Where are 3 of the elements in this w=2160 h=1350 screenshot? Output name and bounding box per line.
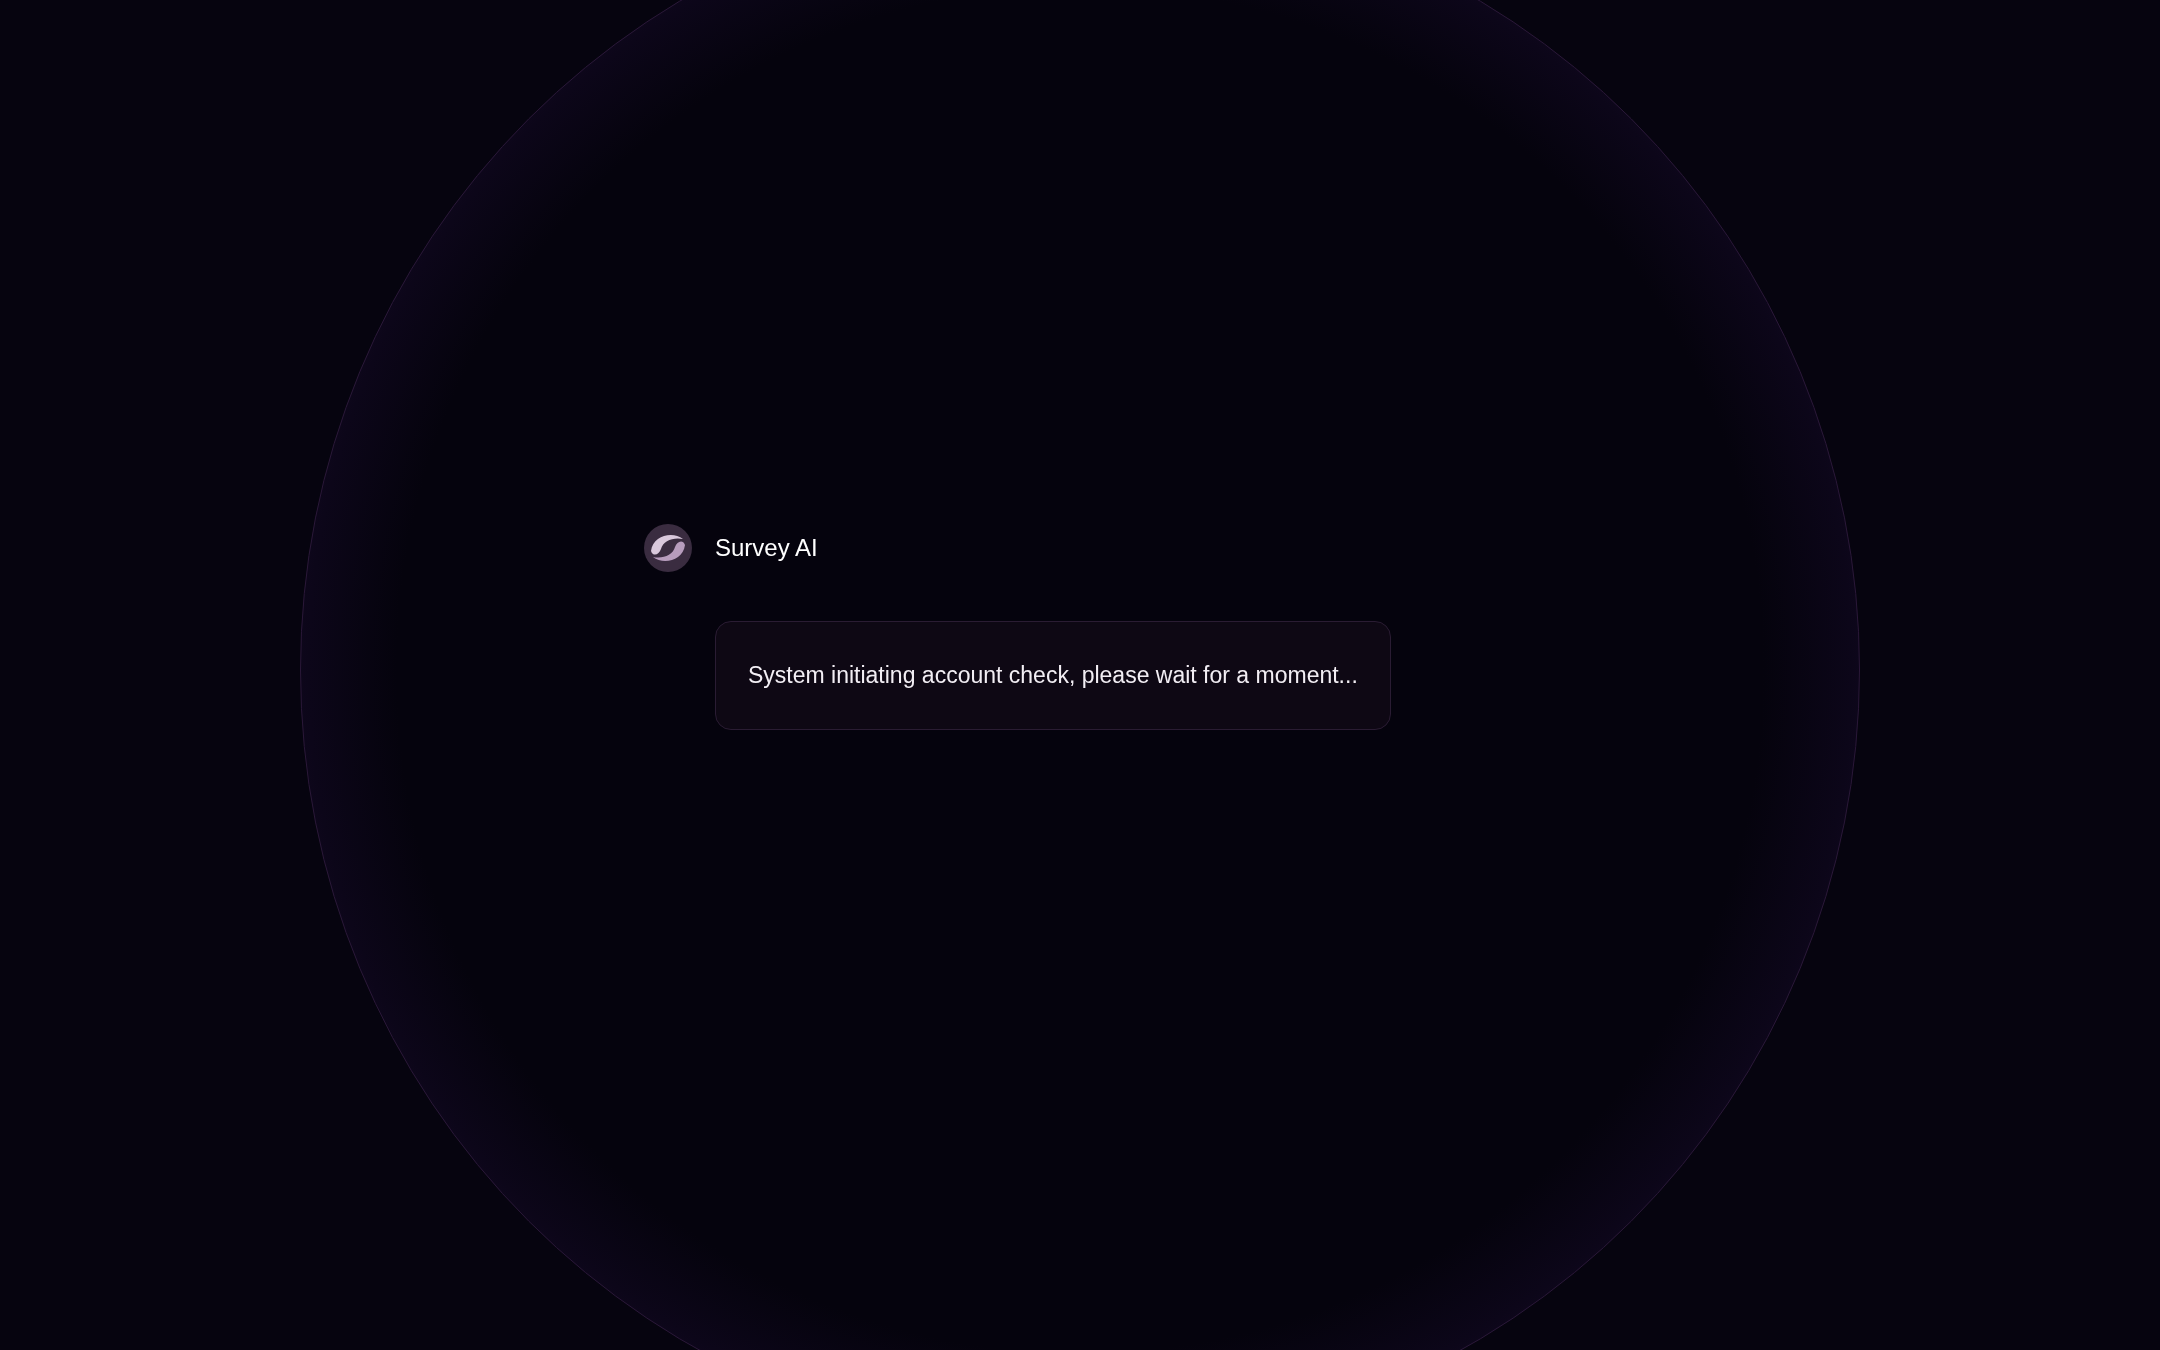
message-bubble: System initiating account check, please wait for a moment... (715, 621, 1391, 730)
assistant-name: Survey AI (715, 533, 818, 563)
logo-icon (643, 523, 693, 573)
